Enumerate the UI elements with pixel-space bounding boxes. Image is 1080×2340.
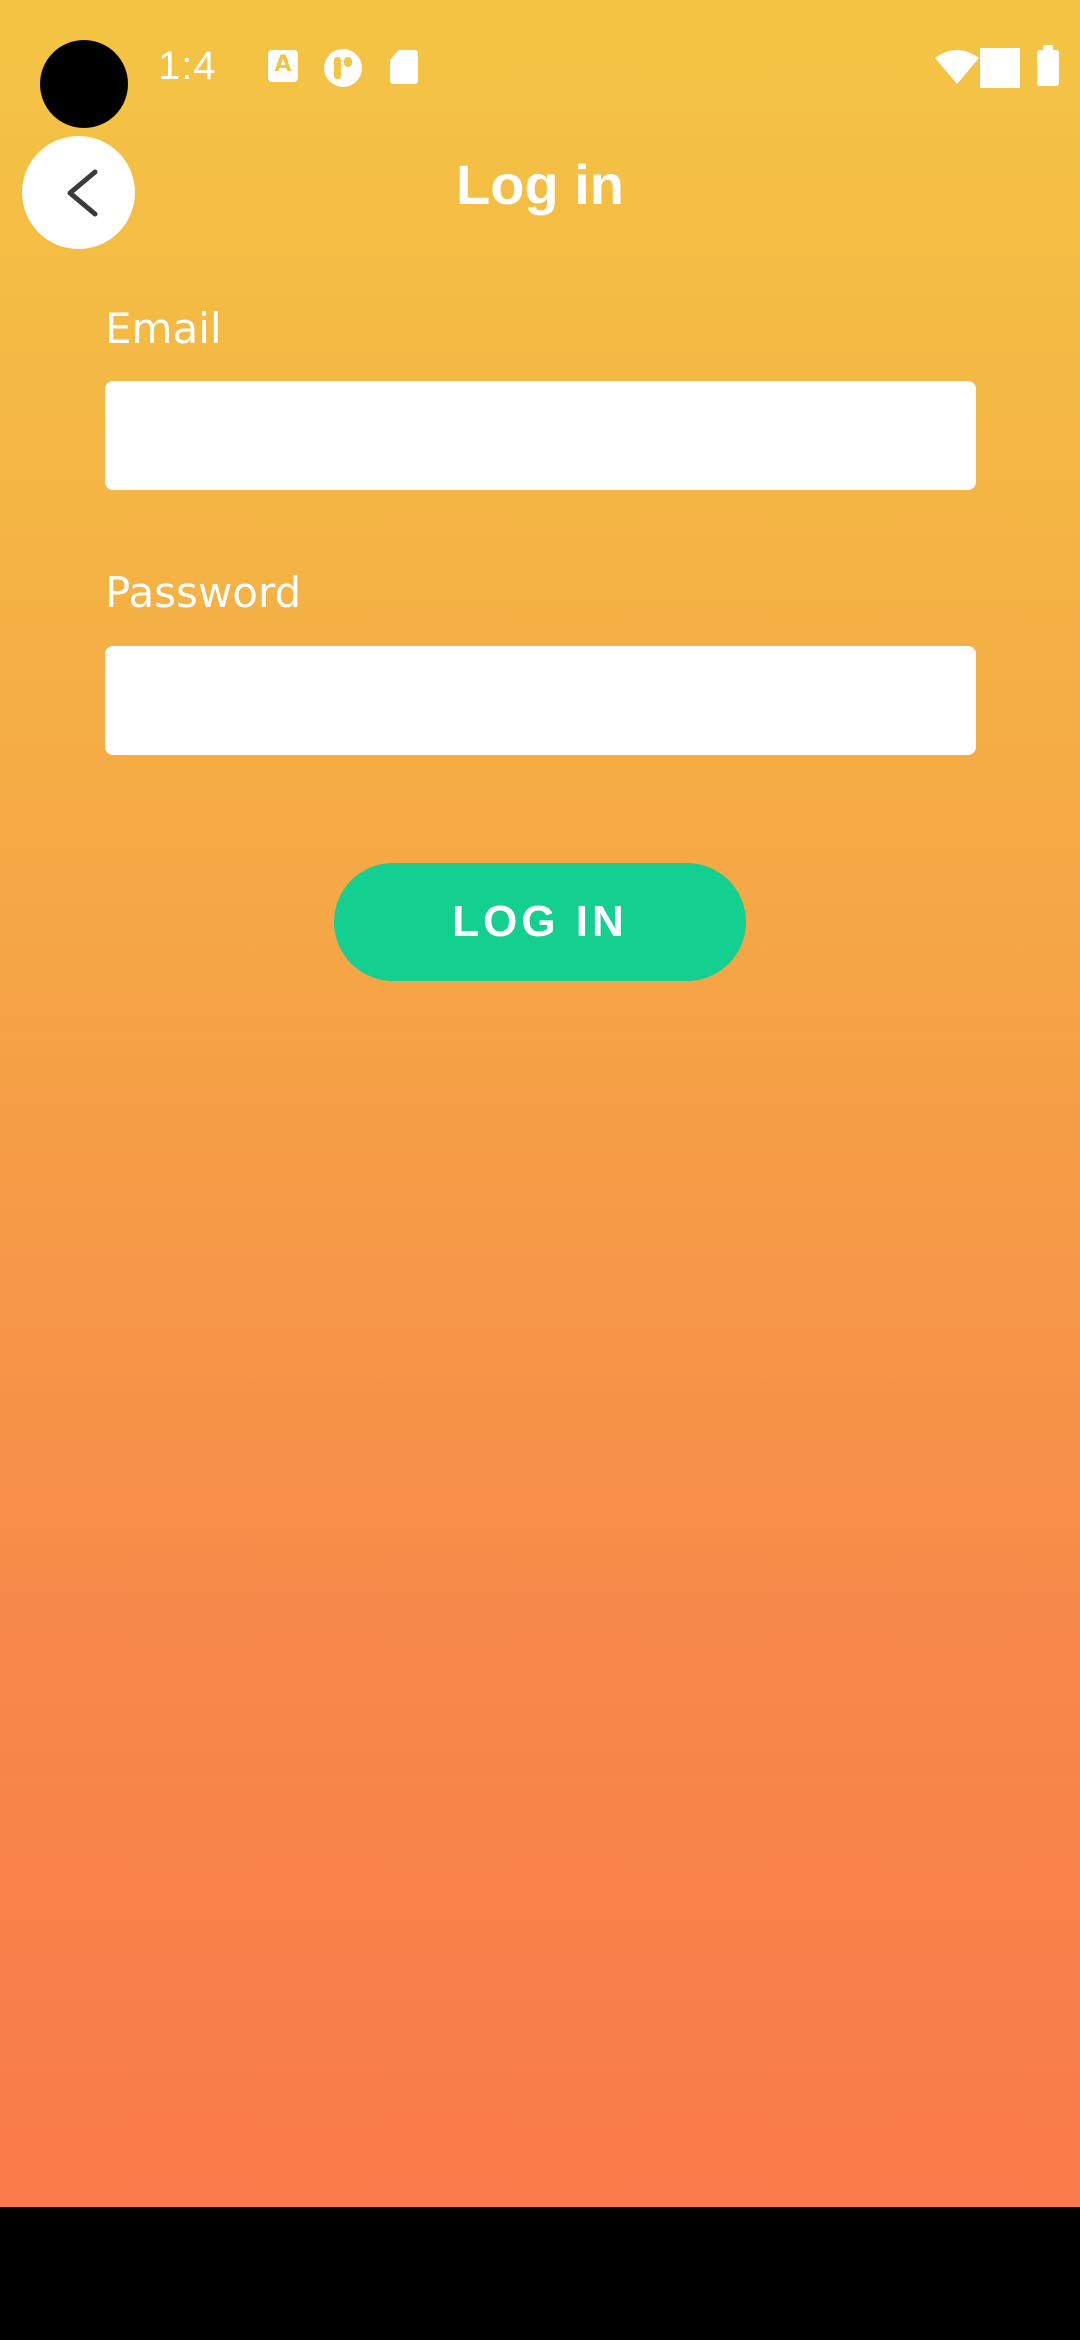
- signal-icon: [980, 48, 1020, 88]
- login-screen: 1:4 A Log in Email Password LOG IN: [0, 0, 1080, 2207]
- battery-icon: [1037, 45, 1059, 86]
- page-title: Log in: [456, 153, 624, 216]
- login-button[interactable]: LOG IN: [334, 863, 746, 981]
- email-label: Email: [105, 304, 222, 353]
- app-t-icon: [324, 49, 362, 87]
- text-a-icon: A: [268, 50, 298, 82]
- navigation-bar: [0, 2207, 1080, 2340]
- wifi-icon: [935, 50, 979, 84]
- camera-cutout: [40, 40, 128, 128]
- password-label: Password: [105, 568, 302, 617]
- status-time: 1:4: [158, 44, 226, 88]
- password-field[interactable]: [105, 646, 976, 755]
- email-field[interactable]: [105, 381, 976, 490]
- sd-card-icon: [390, 50, 418, 84]
